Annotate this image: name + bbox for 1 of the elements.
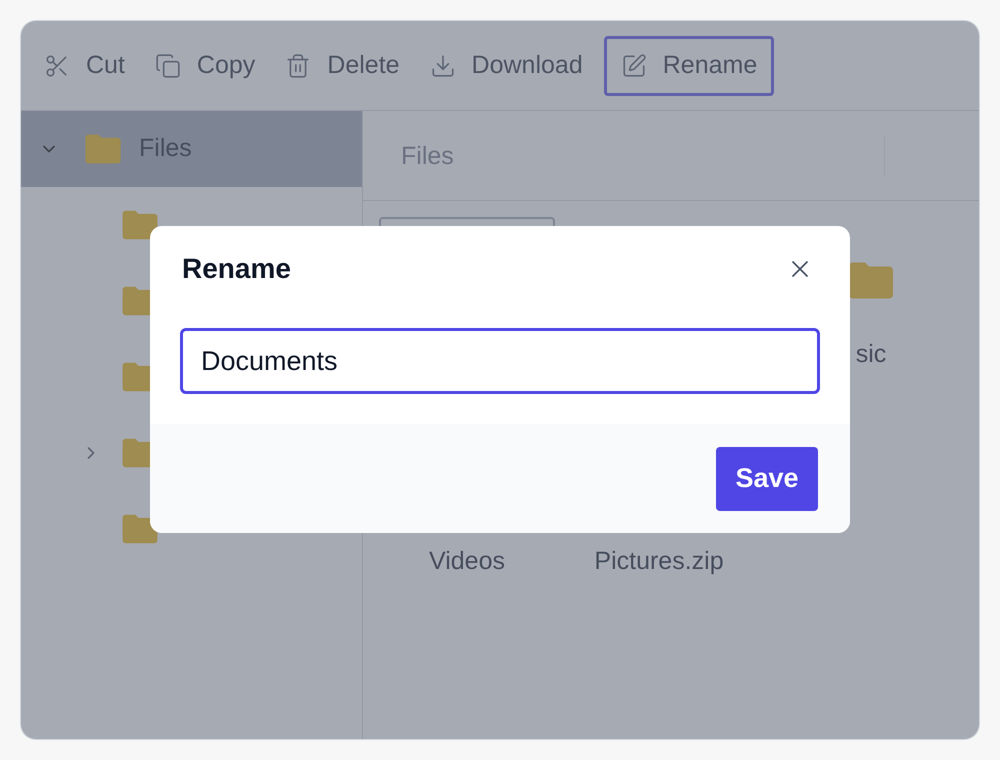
dialog-title: Rename bbox=[182, 252, 291, 286]
